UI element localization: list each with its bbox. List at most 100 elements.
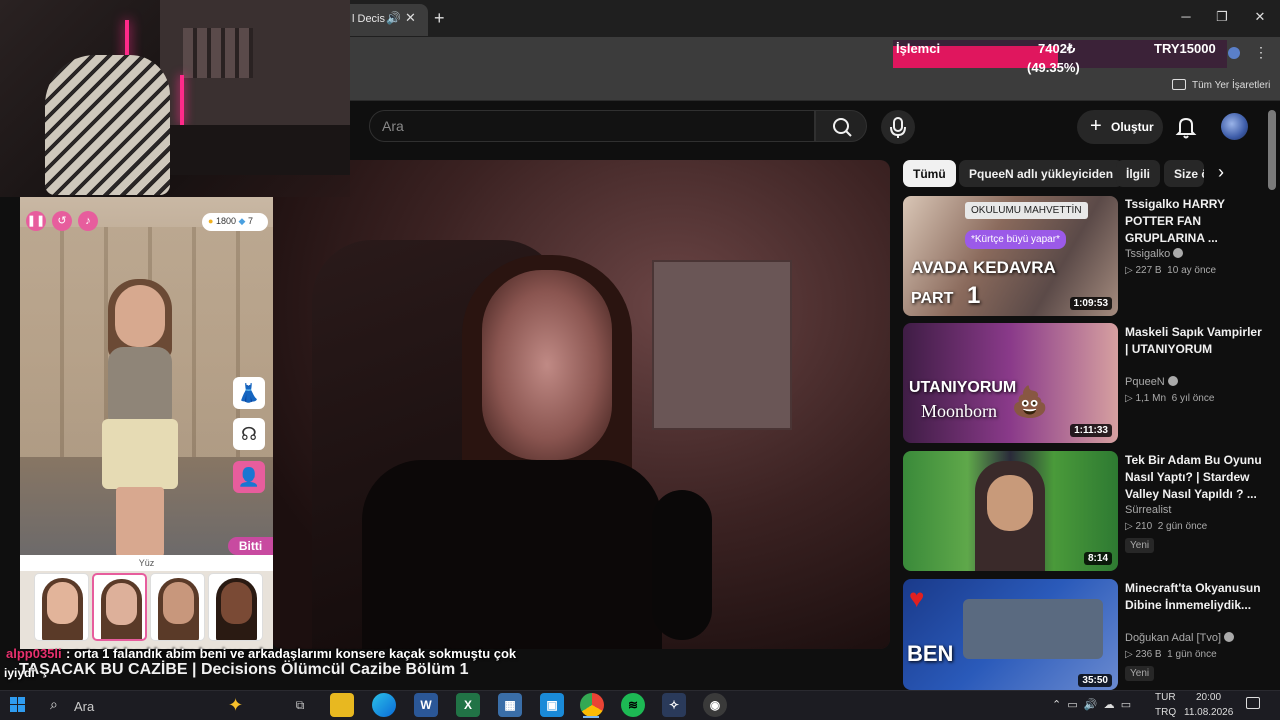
done-button[interactable]: Bitti	[228, 537, 273, 555]
clock-date[interactable]: 11.08.2026	[1184, 707, 1233, 718]
widgets-icon[interactable]: ✦	[228, 695, 243, 716]
avatar[interactable]	[1221, 113, 1248, 140]
related-thumbnail[interactable]: UTANIYORUM Moonborn 💩 1:11:33	[903, 323, 1118, 443]
related-title[interactable]: Tek Bir Adam Bu Oyunu Nasıl Yaptı? | Sta…	[1125, 452, 1265, 503]
chip-uploader[interactable]: PqueeN adlı yükleyiciden	[959, 160, 1124, 187]
undo-icon[interactable]: ↺	[52, 211, 72, 231]
related-thumbnail[interactable]: ♥ BEN 35:50	[903, 579, 1118, 690]
bell-icon	[1175, 117, 1197, 139]
new-tab-button[interactable]: +	[434, 8, 445, 29]
face-option-selected[interactable]	[92, 573, 147, 641]
video-duration: 35:50	[1078, 674, 1112, 687]
related-channel[interactable]: Doğukan Adal [Tvo]	[1125, 632, 1235, 644]
thumbnail-caption: Moonborn	[921, 401, 997, 421]
view-count: ▷ 227 B	[1125, 265, 1162, 276]
face-option[interactable]	[208, 573, 263, 641]
app-icon[interactable]: ✧	[662, 693, 686, 717]
search-input[interactable]	[382, 110, 802, 142]
chrome-icon[interactable]	[580, 693, 604, 717]
face-category-button[interactable]: 👤	[233, 461, 265, 493]
spotify-icon[interactable]: ≋	[621, 693, 645, 717]
person-icon: 👤	[237, 467, 261, 487]
minimize-button[interactable]: ─	[1176, 9, 1196, 24]
hair-icon: ☊	[241, 424, 257, 444]
donation-percent: (49.35%)	[1027, 60, 1080, 75]
system-tray[interactable]: ⌃ ▭ 🔊 ☁ ▭	[1052, 698, 1131, 711]
voice-search-button[interactable]	[881, 110, 915, 144]
video-player[interactable]	[272, 160, 890, 649]
related-channel[interactable]: PqueeN	[1125, 376, 1178, 388]
windows-start-button[interactable]	[10, 697, 26, 713]
related-title[interactable]: Tssigalko HARRY POTTER FAN GRUPLARINA ..…	[1125, 196, 1265, 247]
webcam-overlay	[0, 0, 350, 197]
currency-counter: ● 1800 ◆ 7	[202, 213, 268, 231]
taskbar-search[interactable]: Ara	[74, 699, 94, 714]
related-channel[interactable]: Tssigalko	[1125, 248, 1184, 260]
chevron-right-icon[interactable]: ›	[1218, 162, 1224, 183]
chip-related[interactable]: İlgili	[1116, 160, 1160, 187]
word-icon[interactable]: W	[414, 693, 438, 717]
channel-name[interactable]: Doğukan Adal [Tvo]	[1125, 632, 1221, 644]
game-overlay: ❚❚ ↺ ♪ ● 1800 ◆ 7 👗 ☊ 👤 Bitti Yüz	[20, 197, 273, 649]
store-icon[interactable]: ▣	[540, 693, 564, 717]
folder-icon[interactable]	[1172, 79, 1186, 90]
more-menu-icon[interactable]: ⋮	[1254, 44, 1268, 61]
new-badge: Yeni	[1125, 538, 1155, 553]
search-button[interactable]	[815, 110, 867, 142]
task-view-icon[interactable]: ⧉	[288, 693, 312, 717]
bookmarks-all-link[interactable]: Tüm Yer İşaretleri	[1192, 80, 1270, 91]
maximize-button[interactable]: ❐	[1212, 9, 1232, 25]
notifications-button[interactable]	[1172, 112, 1200, 142]
edge-icon[interactable]	[372, 693, 396, 717]
webcam-figure	[45, 55, 170, 195]
notification-icon[interactable]	[1246, 697, 1260, 709]
verified-icon	[1224, 632, 1235, 642]
donation-label: İşlemci	[896, 41, 941, 56]
input-layout[interactable]: TRQ	[1155, 707, 1176, 718]
webcam-posters	[183, 28, 253, 78]
related-thumbnail[interactable]: OKULUMU MAHVETTİN *Kürtçe büyü yapar* AV…	[903, 196, 1118, 316]
donation-value: 7402₺	[1038, 41, 1076, 56]
input-language[interactable]: TUR	[1155, 692, 1176, 703]
channel-name[interactable]: PqueeN	[1125, 376, 1165, 388]
sound-icon[interactable]: ♪	[78, 211, 98, 231]
webcam-desk	[170, 125, 350, 175]
chat-username: alpp035li	[6, 646, 62, 661]
game-avatar-head	[115, 285, 165, 347]
related-title[interactable]: Minecraft'ta Okyanusun Dibine İnmemeliyd…	[1125, 580, 1265, 614]
clock-time[interactable]: 20:00	[1196, 692, 1221, 703]
chip-all[interactable]: Tümü	[903, 160, 956, 187]
tab-close-icon[interactable]: ✕	[405, 10, 416, 26]
speaker-icon[interactable]: 🔊	[386, 11, 401, 25]
related-meta: ▷ 236 B 1 gün önce	[1125, 649, 1217, 660]
related-channel[interactable]: Sürrealist	[1125, 504, 1171, 516]
profile-icon[interactable]	[1228, 47, 1240, 59]
scrollbar[interactable]	[1268, 110, 1276, 190]
microphone-icon	[890, 117, 906, 138]
search-icon[interactable]: ⌕	[50, 696, 58, 713]
game-avatar-skirt	[102, 419, 178, 489]
related-title[interactable]: Maskeli Sapık Vampirler | UTANIYORUM	[1125, 324, 1265, 358]
related-thumbnail[interactable]: 8:14	[903, 451, 1118, 571]
heart-icon: ♥	[909, 583, 925, 613]
dress-category-button[interactable]: 👗	[233, 377, 265, 409]
face-option[interactable]	[150, 573, 205, 641]
upload-age: 10 ay önce	[1167, 265, 1217, 276]
dress-icon: 👗	[237, 383, 261, 403]
file-explorer-icon[interactable]	[330, 693, 354, 717]
thumbnail-caption: BEN	[907, 641, 954, 666]
close-window-button[interactable]: ✕	[1250, 9, 1270, 25]
pause-icon[interactable]: ❚❚	[26, 211, 46, 231]
video-microphone	[652, 490, 712, 640]
game-avatar-legs	[116, 487, 164, 557]
chat-message-continued: iyiydi	[4, 666, 35, 680]
tab-title[interactable]: l Decis	[352, 13, 385, 25]
face-option[interactable]	[34, 573, 89, 641]
excel-icon[interactable]: X	[456, 693, 480, 717]
chip-for-you[interactable]: Size ö	[1164, 160, 1204, 187]
related-meta: ▷ 210 2 gün önce	[1125, 521, 1207, 532]
channel-name[interactable]: Tssigalko	[1125, 248, 1170, 260]
hair-category-button[interactable]: ☊	[233, 418, 265, 450]
calculator-icon[interactable]: ▦	[498, 693, 522, 717]
obs-icon[interactable]: ◉	[703, 693, 727, 717]
